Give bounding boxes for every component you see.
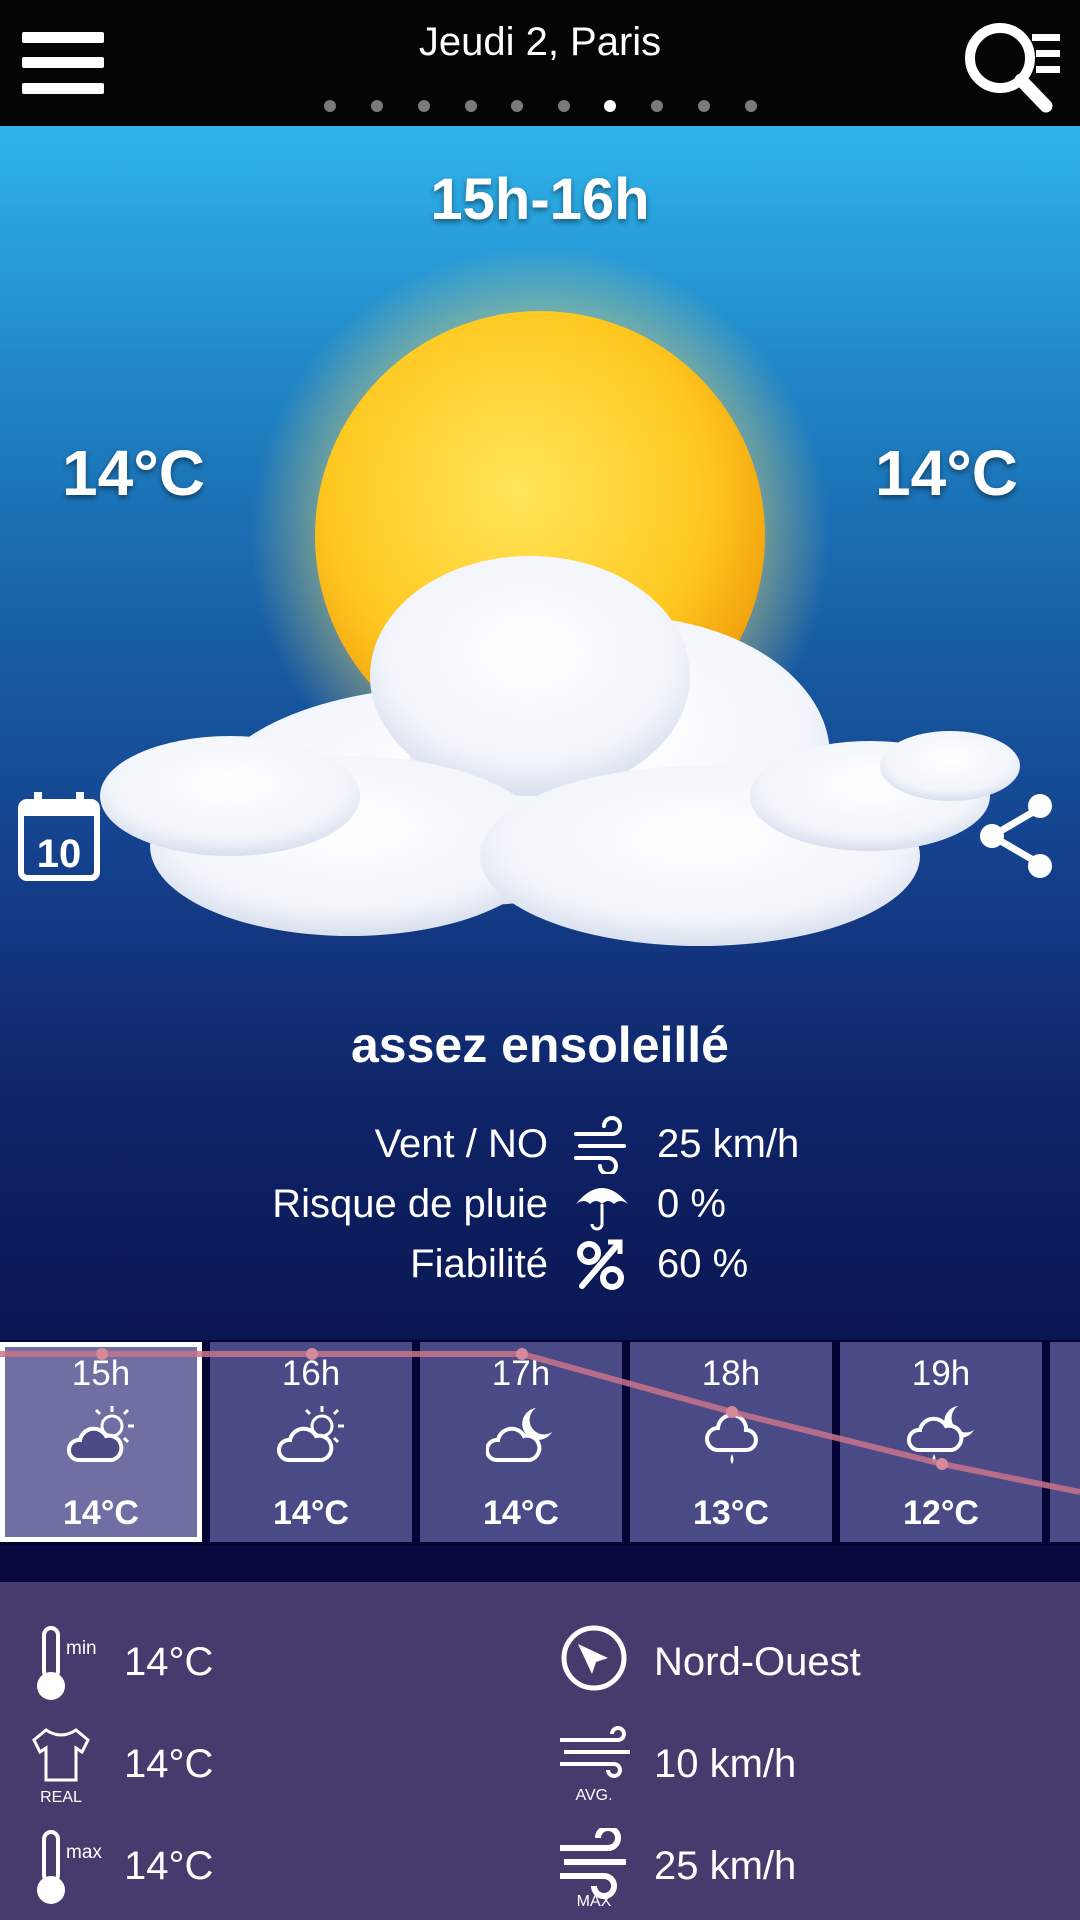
hour-label: 16h — [281, 1354, 341, 1393]
hour-temperature: 12°C — [903, 1494, 979, 1532]
details-panel: min 14°C REAL 14°C max 14°C Nord-Ouest A… — [0, 1582, 1080, 1920]
stat-temp-max: max 14°C — [28, 1828, 448, 1908]
stat-value: Nord-Ouest — [654, 1640, 861, 1684]
page-dot[interactable] — [418, 100, 430, 112]
sun-cloud-icon — [277, 1406, 344, 1462]
calendar-icon[interactable]: 10 — [18, 792, 100, 882]
wind-icon — [574, 1116, 626, 1174]
stat-badge: AVG. — [575, 1787, 612, 1804]
stat-value: 10 km/h — [654, 1742, 797, 1786]
hour-label: 17h — [491, 1354, 551, 1393]
page-title: Jeudi 2, Paris — [418, 20, 662, 64]
calendar-day-number: 10 — [37, 832, 82, 876]
shirt-icon: REAL — [32, 1728, 90, 1806]
hour-label: 15h — [71, 1354, 131, 1393]
page-dot[interactable] — [745, 100, 757, 112]
page-dot[interactable] — [511, 100, 523, 112]
hour-label: 18h — [701, 1354, 761, 1393]
detail-reliability: Fiabilité 60 % — [0, 1236, 1080, 1294]
hour-card-18h[interactable]: 18h 13°C — [630, 1342, 832, 1542]
search-icon[interactable] — [962, 18, 1064, 114]
page-dot[interactable] — [651, 100, 663, 112]
temperature-left: 14°C — [62, 437, 205, 509]
temperature-right: 14°C — [875, 437, 1018, 509]
sun-cloud-icon — [67, 1406, 134, 1462]
weather-illustration — [100, 246, 1020, 946]
umbrella-icon — [576, 1188, 628, 1231]
stat-value: 14°C — [124, 1640, 214, 1684]
stat-temp-min: min 14°C — [28, 1624, 448, 1704]
stat-badge: min — [66, 1638, 97, 1659]
share-icon[interactable] — [976, 792, 1058, 880]
hour-temperature: 14°C — [483, 1494, 559, 1532]
detail-rain: Risque de pluie 0 % — [0, 1176, 1080, 1234]
thermometer-min-icon: min — [37, 1626, 97, 1700]
hour-card-next[interactable] — [1050, 1342, 1080, 1542]
page-dot[interactable] — [698, 100, 710, 112]
stat-value: 25 km/h — [654, 1844, 797, 1888]
hour-card-17h[interactable]: 17h 14°C — [420, 1342, 622, 1542]
stat-value: 14°C — [124, 1742, 214, 1786]
weather-condition: assez ensoleillé — [350, 1017, 729, 1073]
hour-card-19h[interactable]: 19h 12°C — [840, 1342, 1042, 1542]
stat-wind-avg: AVG. 10 km/h — [558, 1726, 1038, 1806]
detail-wind: Vent / NO 25 km/h — [0, 1116, 1080, 1174]
percent-icon — [577, 1239, 624, 1290]
stat-value: 14°C — [124, 1844, 214, 1888]
stat-temp-real: REAL 14°C — [28, 1726, 448, 1806]
detail-label: Risque de pluie — [272, 1182, 548, 1226]
page-dot-active[interactable] — [604, 100, 616, 112]
rain-cloud-icon — [705, 1412, 758, 1464]
wind-max-icon: MAX — [560, 1828, 626, 1908]
stat-wind-max: MAX 25 km/h — [558, 1828, 1038, 1908]
hour-temperature: 13°C — [693, 1494, 769, 1532]
stat-badge: max — [66, 1842, 102, 1863]
stat-badge: REAL — [40, 1789, 82, 1806]
page-dot[interactable] — [324, 100, 336, 112]
page-dot[interactable] — [371, 100, 383, 112]
hour-card-15h[interactable]: 15h 14°C — [0, 1342, 202, 1542]
compass-icon — [561, 1625, 627, 1691]
detail-value: 25 km/h — [657, 1122, 800, 1166]
detail-label: Fiabilité — [410, 1242, 548, 1286]
moon-cloud-icon — [486, 1408, 552, 1462]
page-dot[interactable] — [465, 100, 477, 112]
page-indicator — [0, 100, 1080, 114]
forecast-hero: 15h-16h 14°C 14°C 10 assez ensoleillé Ve… — [0, 126, 1080, 1340]
hourly-forecast-strip[interactable]: 15h 14°C 16h 14°C 17h 14°C 18h 13°C 19h … — [0, 1340, 1080, 1546]
stat-wind-direction: Nord-Ouest — [558, 1624, 1038, 1704]
thermometer-max-icon: max — [37, 1830, 102, 1904]
hour-temperature: 14°C — [63, 1494, 139, 1532]
top-bar: Jeudi 2, Paris — [0, 0, 1080, 126]
wind-avg-icon: AVG. — [560, 1726, 630, 1804]
hour-temperature: 14°C — [273, 1494, 349, 1532]
stat-badge: MAX — [577, 1893, 612, 1908]
detail-label: Vent / NO — [374, 1122, 548, 1166]
detail-value: 60 % — [657, 1242, 749, 1286]
hour-card-16h[interactable]: 16h 14°C — [210, 1342, 412, 1542]
hour-label: 19h — [911, 1354, 971, 1393]
moon-rain-cloud-icon — [907, 1406, 974, 1464]
time-slot-title: 15h-16h — [430, 167, 650, 232]
detail-value: 0 % — [657, 1182, 726, 1226]
page-dot[interactable] — [558, 100, 570, 112]
